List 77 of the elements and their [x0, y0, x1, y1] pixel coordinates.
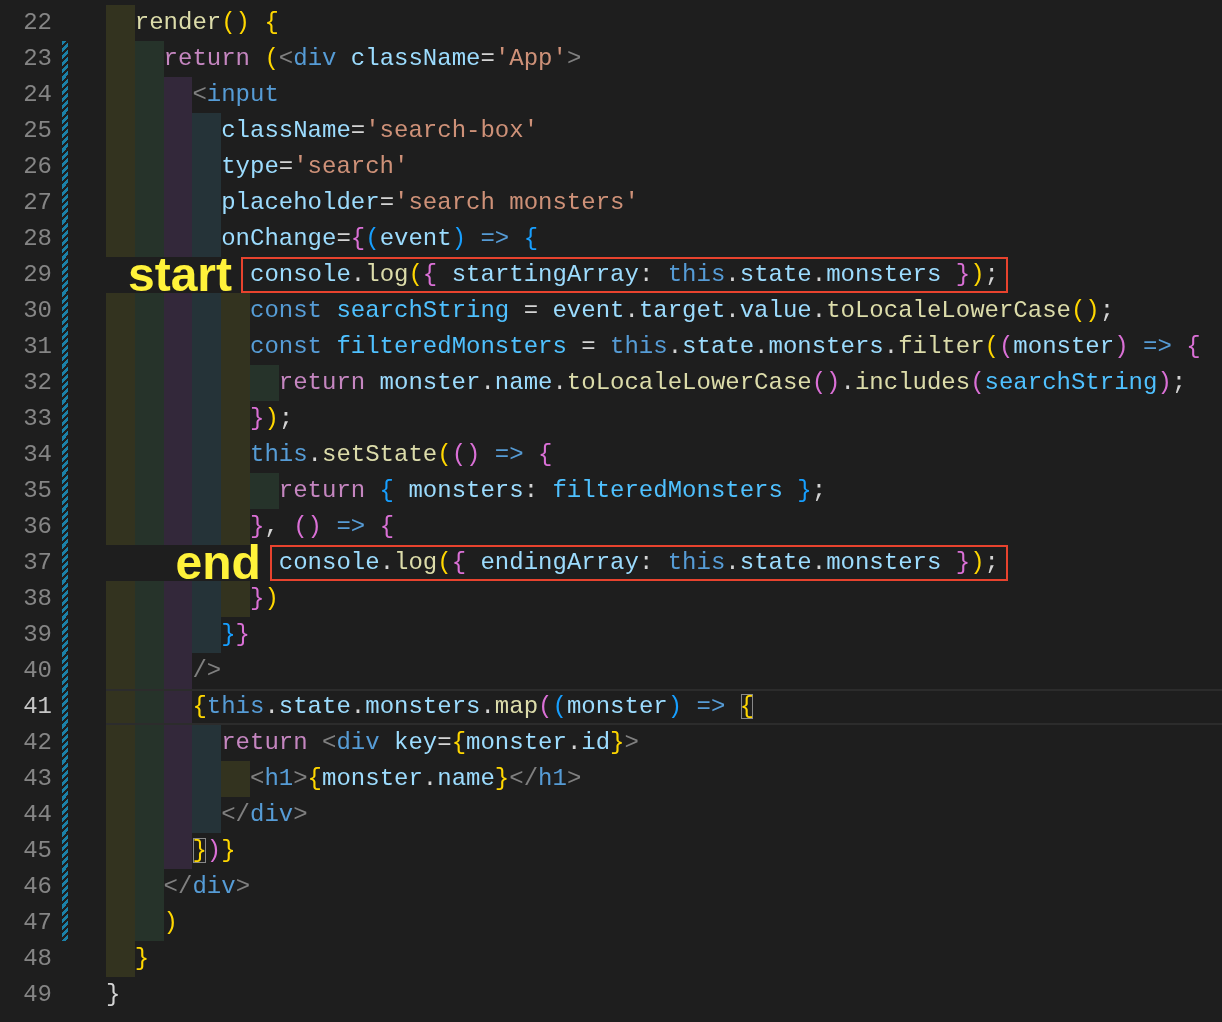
- line-number: 43: [22, 764, 52, 794]
- line-number: 49: [22, 980, 52, 1010]
- line-number: 39: [22, 620, 52, 650]
- indent-guide: [192, 293, 222, 329]
- indent-guide: [163, 293, 193, 329]
- line-number: 22: [22, 8, 52, 38]
- indent-guide: [192, 509, 222, 545]
- code-line: return { monsters: filteredMonsters };: [278, 476, 827, 506]
- code-line: </div>: [163, 872, 251, 902]
- line-number: 44: [22, 800, 52, 830]
- line-number: 47: [22, 908, 52, 938]
- indent-guide: [221, 293, 250, 329]
- line-number: 27: [22, 188, 52, 218]
- indent-guide: [163, 833, 193, 869]
- code-line: console.log({ startingArray: this.state.monsters });: [242, 258, 1007, 292]
- code-line: })}: [192, 836, 236, 866]
- line-number: 36: [22, 512, 52, 542]
- code-line: return <div key={monster.id}>: [221, 728, 639, 758]
- line-number: 30: [22, 296, 52, 326]
- indent-guide: [192, 221, 222, 257]
- code-line: });: [250, 404, 294, 434]
- code-line: />: [192, 656, 222, 686]
- code-line: }: [134, 944, 150, 974]
- line-number: 23: [22, 44, 52, 74]
- indent-guide: [192, 797, 222, 833]
- indent-guide: [192, 113, 222, 149]
- line-number: 32: [22, 368, 52, 398]
- line-number: 48: [22, 944, 52, 974]
- code-line: <h1>{monster.name}</h1>: [250, 764, 582, 794]
- code-line: return (<div className='App'>: [163, 44, 582, 74]
- code-line: {this.state.monsters.map((monster) => {: [192, 692, 755, 722]
- code-line: placeholder='search monsters': [221, 188, 639, 218]
- line-number: 35: [22, 476, 52, 506]
- code-line: const searchString = event.target.value.toLocaleLowerCase();: [250, 296, 1115, 326]
- indent-guide: [221, 509, 250, 545]
- indent-guide: [134, 293, 164, 329]
- code-line: <input: [192, 80, 279, 110]
- indent-guide: [163, 221, 193, 257]
- line-number: 45: [22, 836, 52, 866]
- line-number: 33: [22, 404, 52, 434]
- indent-guide: [221, 581, 250, 617]
- indent-guide: [163, 509, 193, 545]
- line-number: 26: [22, 152, 52, 182]
- indent-guide: [163, 653, 193, 689]
- code-line: render() {: [134, 8, 279, 38]
- indent-guide: [163, 691, 193, 723]
- code-line: console.log({ endingArray: this.state.monsters });: [270, 546, 1007, 580]
- code-line: this.setState(() => {: [250, 440, 553, 470]
- indent-guide: [192, 617, 222, 653]
- indent-guide: [134, 581, 164, 617]
- line-number: 29: [22, 260, 52, 290]
- indent-guide: [163, 77, 193, 113]
- line-number: 31: [22, 332, 52, 362]
- code-line: ): [163, 908, 178, 938]
- line-number: 37: [22, 548, 52, 578]
- indent-guide: [192, 581, 222, 617]
- line-number: 25: [22, 116, 52, 146]
- code-line: }}: [221, 620, 250, 650]
- line-number: 38: [22, 584, 52, 614]
- code-line: </div>: [221, 800, 308, 830]
- indent-guide: [134, 41, 164, 77]
- line-number: 24: [22, 80, 52, 110]
- line-number: 42: [22, 728, 52, 758]
- line-number: 34: [22, 440, 52, 470]
- line-number: 46: [22, 872, 52, 902]
- indent-guide: [163, 581, 193, 617]
- code-line: }: [106, 980, 121, 1010]
- line-number: 28: [22, 224, 52, 254]
- line-number: 40: [22, 656, 52, 686]
- code-line: return monster.name.toLocaleLowerCase().includes(searchString);: [278, 368, 1187, 398]
- indent-guide: [221, 761, 250, 797]
- code-line: type='search': [221, 152, 409, 182]
- code-line: const filteredMonsters = this.state.monsters.filter((monster) => {: [250, 332, 1201, 362]
- indent-guide: [134, 509, 164, 545]
- line-number: 41: [22, 692, 52, 722]
- code-line: className='search-box': [221, 116, 539, 146]
- indent-guide: [134, 221, 164, 257]
